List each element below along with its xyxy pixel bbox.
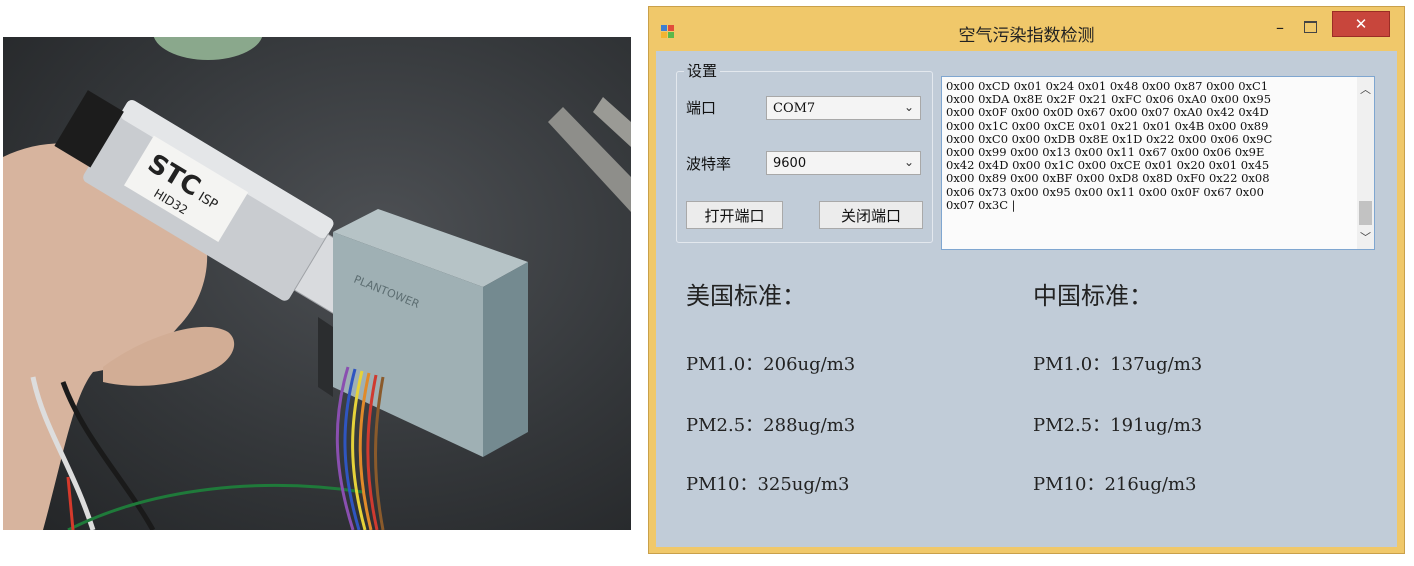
close-port-button[interactable]: 关闭端口 bbox=[819, 201, 923, 229]
chevron-down-icon: ⌄ bbox=[903, 100, 914, 114]
sensor-box: PLANTOWER bbox=[318, 209, 528, 530]
scroll-down-icon[interactable]: ﹀ bbox=[1357, 229, 1374, 245]
us-pm1-0-value: PM1.0：206ug/m3 bbox=[686, 354, 856, 375]
tape-roll bbox=[153, 37, 263, 60]
cn-standard-heading: 中国标准： bbox=[1033, 282, 1153, 310]
port-label: 端口 bbox=[686, 99, 717, 117]
app-window: 空气污染指数检测 – ✕ 设置 端口 COM7 ⌄ 波特率 9600 ⌄ 打开端… bbox=[648, 6, 1405, 554]
device-photo: STC ISP HID32 PLANTOWER bbox=[3, 37, 631, 530]
serial-log-text: 0x00 0xCD 0x01 0x24 0x01 0x48 0x00 0x87 … bbox=[946, 80, 1273, 212]
baud-label: 波特率 bbox=[686, 155, 732, 173]
port-select[interactable]: COM7 ⌄ bbox=[766, 96, 921, 120]
baud-select[interactable]: 9600 ⌄ bbox=[766, 151, 921, 175]
open-port-button[interactable]: 打开端口 bbox=[686, 201, 783, 229]
minimize-button[interactable]: – bbox=[1266, 13, 1294, 41]
baud-value: 9600 bbox=[773, 156, 807, 171]
cn-pm1-0-value: PM1.0：137ug/m3 bbox=[1033, 354, 1203, 375]
title-bar[interactable]: 空气污染指数检测 – ✕ bbox=[649, 7, 1404, 53]
scroll-up-icon[interactable]: ︿ bbox=[1357, 81, 1374, 97]
red-wire bbox=[66, 476, 75, 530]
cn-pm10-value: PM10：216ug/m3 bbox=[1033, 474, 1197, 495]
port-value: COM7 bbox=[773, 101, 816, 116]
maximize-icon bbox=[1303, 21, 1317, 33]
photo-scene: STC ISP HID32 PLANTOWER bbox=[3, 37, 631, 530]
chevron-down-icon: ⌄ bbox=[903, 155, 914, 169]
scroll-thumb[interactable] bbox=[1359, 201, 1372, 225]
close-button[interactable]: ✕ bbox=[1332, 11, 1390, 37]
maximize-button[interactable] bbox=[1296, 13, 1324, 41]
serial-log-textbox[interactable]: 0x00 0xCD 0x01 0x24 0x01 0x48 0x00 0x87 … bbox=[941, 76, 1375, 250]
scissors-blade-2 bbox=[593, 97, 631, 147]
green-wire bbox=[67, 483, 364, 530]
client-area: 设置 端口 COM7 ⌄ 波特率 9600 ⌄ 打开端口 关闭端口 0x00 0… bbox=[656, 51, 1397, 547]
cn-pm2-5-value: PM2.5：191ug/m3 bbox=[1033, 415, 1203, 436]
settings-group-title: 设置 bbox=[684, 60, 721, 81]
minimize-icon: – bbox=[1276, 17, 1284, 37]
close-icon: ✕ bbox=[1354, 15, 1368, 33]
us-standard-heading: 美国标准： bbox=[686, 282, 806, 310]
us-pm10-value: PM10：325ug/m3 bbox=[686, 474, 850, 495]
us-pm2-5-value: PM2.5：288ug/m3 bbox=[686, 415, 856, 436]
scrollbar[interactable]: ︿ ﹀ bbox=[1357, 77, 1374, 249]
